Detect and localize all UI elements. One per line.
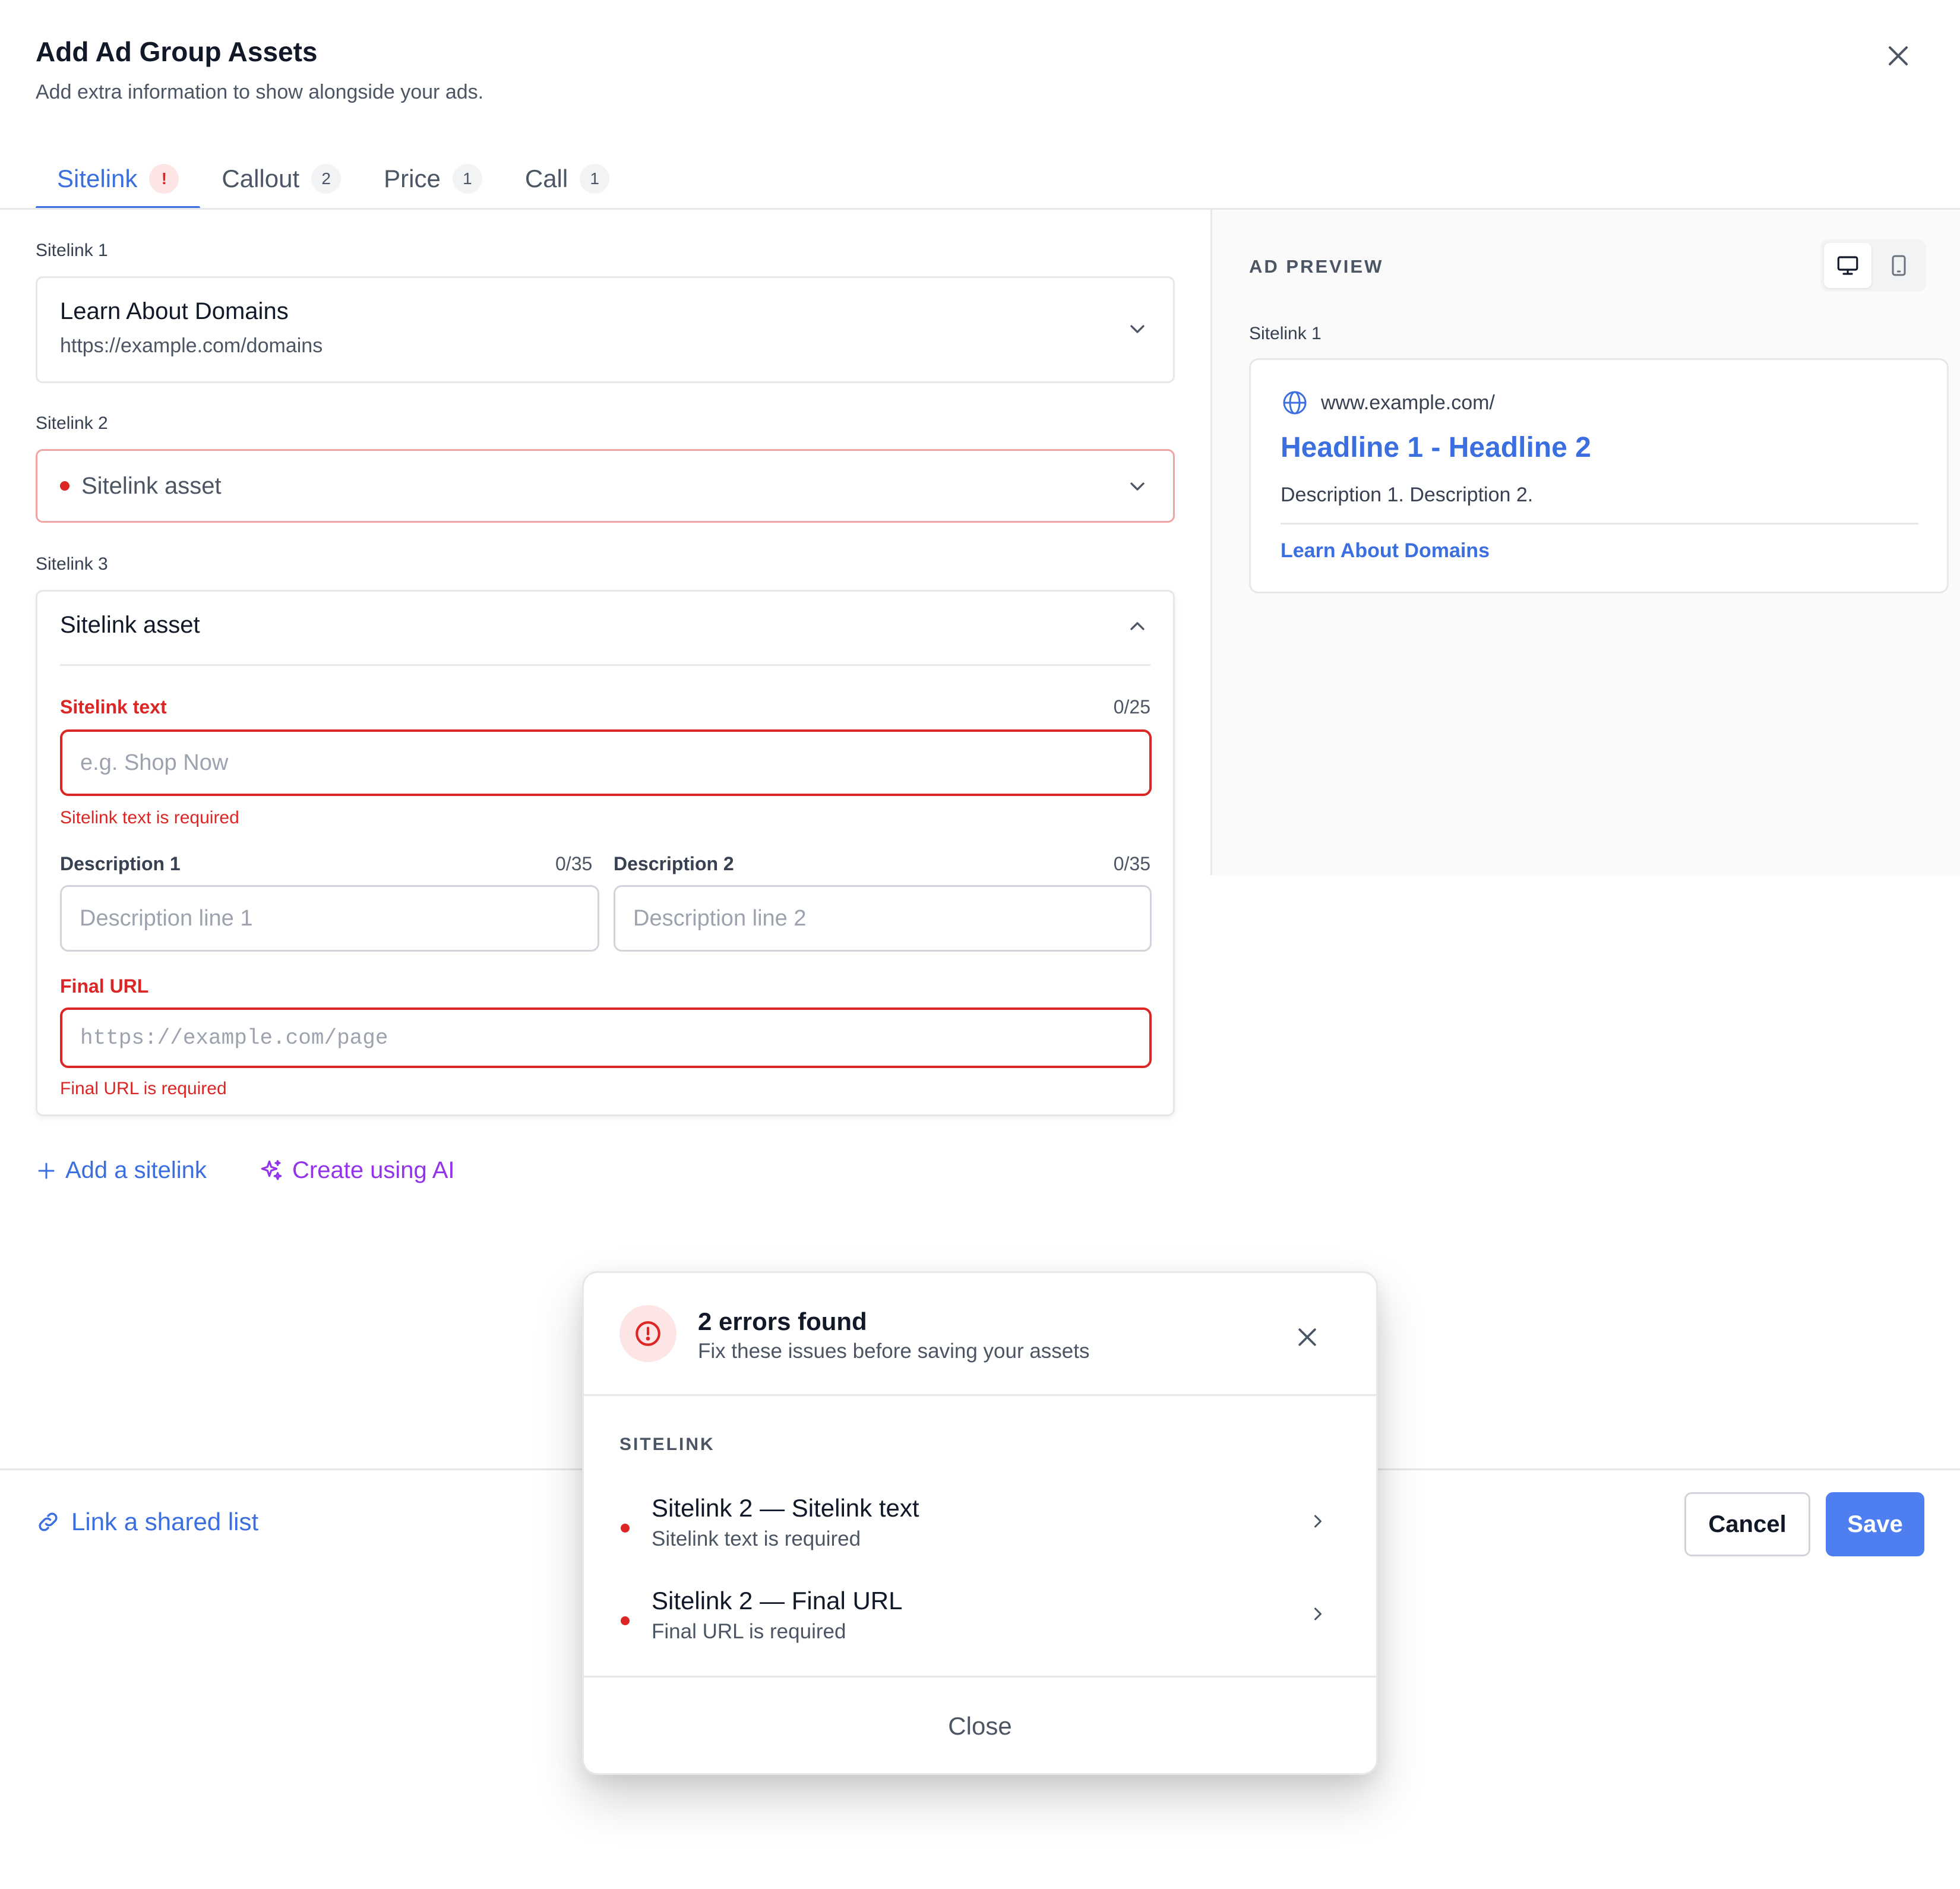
sitelink-1-card[interactable]: Learn About Domains https://example.com/… (36, 276, 1175, 383)
error-dot (621, 1616, 630, 1625)
tab-price[interactable]: Price 1 (362, 149, 504, 209)
sitelink-3-label: Sitelink 3 (36, 554, 108, 574)
error-icon-badge (619, 1305, 676, 1362)
ad-preview-card: www.example.com/ Headline 1 - Headline 2… (1249, 358, 1949, 593)
preview-description: Description 1. Description 2. (1281, 484, 1534, 506)
input-placeholder: https://example.com/page (80, 1025, 388, 1050)
chevron-right-icon (1314, 1607, 1322, 1621)
tab-label: Callout (222, 165, 300, 192)
sitelink-text-error: Sitelink text is required (60, 808, 239, 827)
add-sitelink-label: Add a sitelink (65, 1157, 207, 1183)
popup-subtitle: Fix these issues before saving your asse… (698, 1340, 1090, 1363)
ad-preview-panel: AD PREVIEW Sitelink 1 www.example.com/ H… (1210, 210, 1960, 875)
error-dot (621, 1524, 630, 1533)
final-url-label: Final URL (60, 975, 149, 997)
sitelink-1-title: Learn About Domains (60, 298, 289, 324)
tab-count-badge: 1 (580, 164, 610, 194)
tab-error-badge: ! (149, 164, 179, 194)
dialog-header: Add Ad Group Assets Add extra informatio… (36, 36, 483, 104)
sitelink-1-label: Sitelink 1 (36, 241, 108, 260)
error-list-item[interactable]: Sitelink 2 — Final URL Final URL is requ… (584, 1581, 1376, 1664)
close-icon[interactable] (1884, 42, 1912, 70)
link-shared-list-button[interactable]: Link a shared list (36, 1508, 258, 1536)
alert-circle-icon (636, 1321, 660, 1346)
tab-label: Call (524, 165, 568, 192)
sitelink-3-title: Sitelink asset (60, 612, 200, 638)
sitelink-3-card: Sitelink asset Sitelink text 0/25 e.g. S… (36, 590, 1175, 1116)
sitelink-2-label: Sitelink 2 (36, 413, 108, 433)
sitelink-text-counter: 0/25 (1113, 696, 1150, 718)
link-shared-list-label: Link a shared list (71, 1508, 259, 1536)
create-using-ai-button[interactable]: Create using AI (259, 1157, 455, 1184)
ad-preview-heading: AD PREVIEW (1249, 256, 1384, 277)
error-title: Sitelink 2 — Sitelink text (652, 1494, 919, 1522)
preview-headline: Headline 1 - Headline 2 (1281, 432, 1591, 463)
sitelink-text-input[interactable]: e.g. Shop Now (60, 729, 1152, 796)
sitelink-2-title: Sitelink asset (81, 472, 222, 499)
add-assets-dialog: Add Ad Group Assets Add extra informatio… (0, 0, 1960, 1889)
globe-icon (1283, 391, 1307, 415)
preview-url-row: www.example.com/ (1281, 388, 1495, 417)
chevron-down-icon[interactable] (1126, 317, 1149, 341)
tab-call[interactable]: Call 1 (504, 149, 631, 209)
mobile-icon (1892, 255, 1906, 276)
close-icon[interactable] (1294, 1324, 1320, 1350)
plus-icon (38, 1163, 55, 1179)
error-title: Sitelink 2 — Final URL (652, 1587, 903, 1615)
popup-title: 2 errors found (698, 1307, 867, 1335)
sitelink-text-label: Sitelink text (60, 696, 167, 718)
popup-section-heading: SITELINK (619, 1435, 715, 1454)
cancel-button[interactable]: Cancel (1684, 1492, 1810, 1556)
chevron-down-icon[interactable] (1126, 475, 1149, 498)
chevron-up-icon[interactable] (1126, 614, 1149, 638)
sparkle-icon (261, 1160, 282, 1180)
card-divider (60, 664, 1150, 666)
description-2-counter: 0/35 (1113, 853, 1150, 874)
tab-callout[interactable]: Callout 2 (200, 149, 362, 209)
error-message: Final URL is required (652, 1620, 846, 1643)
final-url-input[interactable]: https://example.com/page (60, 1007, 1152, 1068)
preview-url: www.example.com/ (1321, 391, 1495, 414)
mobile-view-button[interactable] (1875, 243, 1923, 288)
popup-close-button[interactable]: Close (584, 1677, 1376, 1773)
save-button[interactable]: Save (1826, 1492, 1924, 1556)
description-1-label: Description 1 (60, 853, 181, 874)
description-1-counter: 0/35 (555, 853, 593, 874)
add-sitelink-button[interactable]: Add a sitelink (36, 1157, 207, 1184)
device-toggle (1820, 239, 1926, 292)
errors-popup: 2 errors found Fix these issues before s… (582, 1271, 1378, 1775)
dialog-subtitle: Add extra information to show alongside … (36, 81, 484, 103)
input-placeholder: e.g. Shop Now (80, 750, 229, 775)
final-url-error: Final URL is required (60, 1079, 227, 1098)
desktop-view-button[interactable] (1824, 243, 1872, 288)
description-2-label: Description 2 (614, 853, 734, 874)
create-ai-label: Create using AI (292, 1157, 455, 1183)
popup-divider (584, 1394, 1376, 1396)
description-2-input[interactable]: Description line 2 (614, 885, 1152, 952)
error-dot (60, 481, 69, 491)
preview-sitelink-link[interactable]: Learn About Domains (1281, 539, 1490, 563)
preview-sitelink-label: Sitelink 1 (1249, 324, 1322, 343)
error-list-item[interactable]: Sitelink 2 — Sitelink text Sitelink text… (584, 1488, 1376, 1571)
dialog-title: Add Ad Group Assets (36, 36, 318, 67)
desktop-icon (1837, 256, 1858, 275)
tab-label: Price (384, 165, 441, 192)
sitelink-2-card[interactable]: Sitelink asset (36, 449, 1175, 523)
input-placeholder: Description line 1 (80, 905, 253, 931)
sitelink-1-url: https://example.com/domains (60, 334, 323, 357)
tab-sitelink[interactable]: Sitelink ! (36, 149, 201, 209)
asset-tabs: Sitelink ! Callout 2 Price 1 Call 1 (36, 149, 631, 209)
tab-count-badge: 1 (452, 164, 482, 194)
error-message: Sitelink text is required (652, 1527, 861, 1550)
tab-label: Sitelink (57, 165, 138, 192)
preview-divider (1281, 523, 1918, 525)
input-placeholder: Description line 2 (633, 905, 807, 931)
description-1-input[interactable]: Description line 1 (60, 885, 599, 952)
chevron-right-icon (1314, 1515, 1322, 1528)
link-icon (39, 1512, 58, 1531)
tab-count-badge: 2 (311, 164, 342, 194)
